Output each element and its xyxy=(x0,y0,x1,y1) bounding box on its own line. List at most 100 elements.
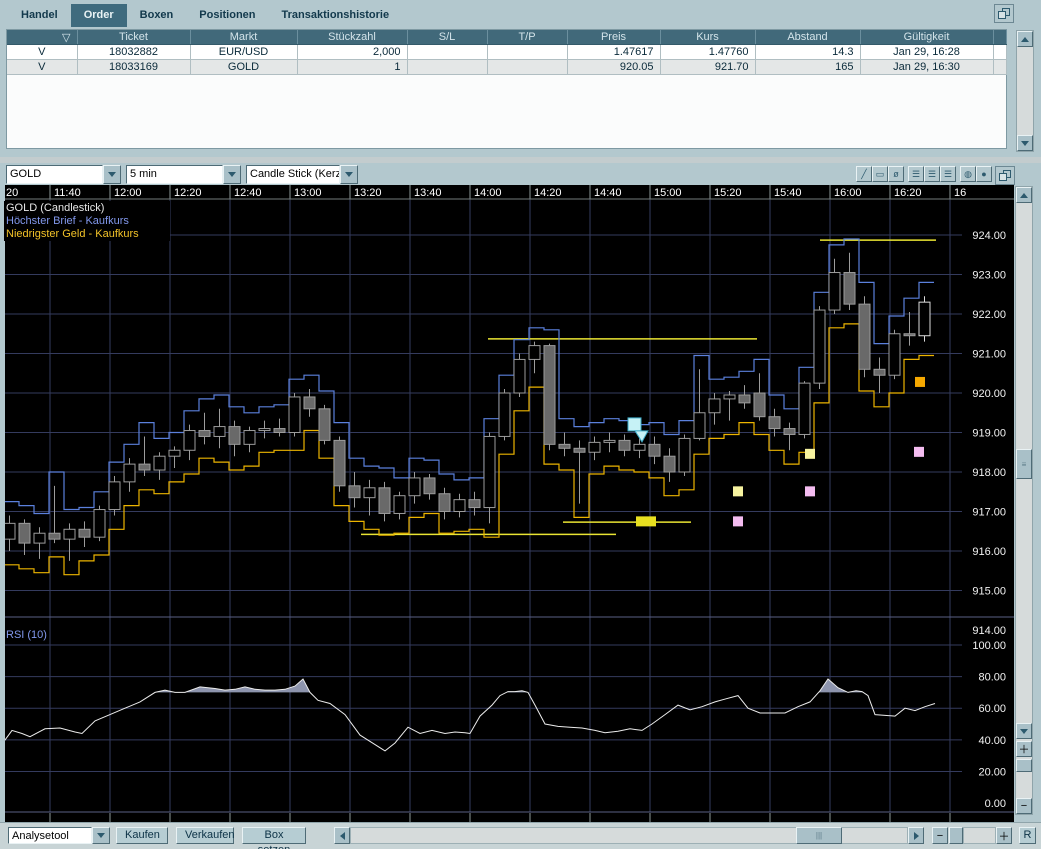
order-row-eurusd[interactable]: V 18032882 EUR/USD 2,000 1.47617 1.47760… xyxy=(7,44,1007,60)
svg-text:924.00: 924.00 xyxy=(972,230,1006,242)
orders-vertical-scrollbar[interactable] xyxy=(1016,30,1034,152)
tab-positionen[interactable]: Positionen xyxy=(186,4,268,27)
column-sort-header[interactable]: ▽ xyxy=(7,30,78,45)
svg-text:12:00: 12:00 xyxy=(114,187,142,199)
row-tp xyxy=(487,44,568,60)
column-markt[interactable]: Markt xyxy=(190,30,298,45)
svg-text:920.00: 920.00 xyxy=(972,388,1006,400)
scroll-up-icon[interactable] xyxy=(1016,187,1032,203)
scroll-down-icon[interactable] xyxy=(1016,723,1032,739)
chart-panel: GOLD 5 min Candle Stick (Kerze ╱ ▭ ø ☰ ☰… xyxy=(0,163,1041,849)
svg-text:GOLD (Candlestick): GOLD (Candlestick) xyxy=(6,202,104,214)
reset-button[interactable]: R xyxy=(1019,827,1036,844)
symbol-select[interactable]: GOLD xyxy=(6,165,121,184)
svg-text:0.00: 0.00 xyxy=(985,798,1006,810)
interval-select[interactable]: 5 min xyxy=(126,165,241,184)
row-gueltigkeit: Jan 29, 16:30 xyxy=(860,59,994,75)
svg-text:15:20: 15:20 xyxy=(714,187,742,199)
chevron-down-icon[interactable] xyxy=(103,165,121,184)
restore-window-icon[interactable] xyxy=(995,166,1015,185)
column-ticket[interactable]: Ticket xyxy=(77,30,191,45)
svg-text:13:40: 13:40 xyxy=(414,187,442,199)
svg-text:Höchster Brief - Kaufkurs: Höchster Brief - Kaufkurs xyxy=(6,215,129,227)
bottom-toolbar: Analysetool Kaufen Verkaufen Box setzen … xyxy=(0,822,1041,849)
svg-text:922.00: 922.00 xyxy=(972,309,1006,321)
tab-handel[interactable]: Handel xyxy=(8,4,71,27)
column-tp[interactable]: T/P xyxy=(487,30,568,45)
scroll-right-icon[interactable] xyxy=(908,827,924,844)
indicator-list-2-icon[interactable]: ☰ xyxy=(924,166,940,182)
vertical-scroll-thumb[interactable]: ≡ xyxy=(1016,449,1032,479)
indicator-list-1-icon[interactable]: ☰ xyxy=(908,166,924,182)
svg-text:40.00: 40.00 xyxy=(978,735,1006,747)
svg-text:16: 16 xyxy=(954,187,966,199)
svg-text:11:40: 11:40 xyxy=(54,187,81,199)
symbol-select-value: GOLD xyxy=(6,165,103,184)
row-flag: V xyxy=(7,59,78,75)
row-preis: 1.47617 xyxy=(567,44,661,60)
marker-light-icon[interactable]: ◍ xyxy=(960,166,976,182)
tab-boxen[interactable]: Boxen xyxy=(127,4,187,27)
column-filler xyxy=(993,30,1007,45)
zoom-in-vertical-button[interactable]: ＋ xyxy=(1016,741,1032,757)
svg-text:60.00: 60.00 xyxy=(978,703,1006,715)
svg-text:919.00: 919.00 xyxy=(972,428,1006,440)
tab-order[interactable]: Order xyxy=(70,4,127,27)
row-markt: GOLD xyxy=(190,59,298,75)
row-stueckzahl: 2,000 xyxy=(297,44,408,60)
marker-dark-icon[interactable]: ● xyxy=(976,166,992,182)
analyse-tool-select[interactable]: Analysetool xyxy=(8,827,110,846)
horizontal-zoom-thumb[interactable] xyxy=(949,827,963,844)
svg-text:13:00: 13:00 xyxy=(294,187,322,199)
row-abstand: 14.3 xyxy=(755,44,861,60)
column-kurs[interactable]: Kurs xyxy=(660,30,756,45)
zoom-in-horizontal-button[interactable]: ＋ xyxy=(996,827,1012,844)
orders-table: ▽ Ticket Markt Stückzahl S/L T/P Preis K… xyxy=(7,30,1007,75)
column-stueckzahl[interactable]: Stückzahl xyxy=(297,30,408,45)
row-stueckzahl: 1 xyxy=(297,59,408,75)
restore-window-icon[interactable] xyxy=(994,4,1014,23)
chevron-down-icon[interactable] xyxy=(340,165,358,184)
column-abstand[interactable]: Abstand xyxy=(755,30,861,45)
row-filler xyxy=(993,44,1007,60)
column-sl[interactable]: S/L xyxy=(407,30,488,45)
interval-select-value: 5 min xyxy=(126,165,223,184)
horizontal-scroll-thumb[interactable]: ||| xyxy=(796,827,842,844)
chevron-down-icon[interactable] xyxy=(223,165,241,184)
chart-type-select[interactable]: Candle Stick (Kerze xyxy=(246,165,358,184)
vertical-zoom-thumb[interactable] xyxy=(1016,759,1032,772)
svg-text:917.00: 917.00 xyxy=(972,507,1006,519)
scroll-down-icon[interactable] xyxy=(1017,135,1033,151)
orders-panel: Handel Order Boxen Positionen Transaktio… xyxy=(0,0,1041,158)
chart-vertical-scrollbar[interactable]: ≡ ＋ − xyxy=(1015,186,1033,815)
svg-text:15:00: 15:00 xyxy=(654,187,682,199)
draw-box-icon[interactable]: ▭ xyxy=(872,166,888,182)
indicator-list-3-icon[interactable]: ☰ xyxy=(940,166,956,182)
zoom-out-horizontal-button[interactable]: − xyxy=(932,827,948,844)
horizontal-zoom-track[interactable] xyxy=(963,827,996,844)
sell-button[interactable]: Verkaufen xyxy=(176,827,235,844)
column-preis[interactable]: Preis xyxy=(567,30,661,45)
svg-text:14:20: 14:20 xyxy=(534,187,562,199)
chart-type-select-value: Candle Stick (Kerze xyxy=(246,165,340,184)
chevron-down-icon[interactable] xyxy=(92,827,110,844)
draw-line-icon[interactable]: ╱ xyxy=(856,166,872,182)
order-row-gold[interactable]: V 18033169 GOLD 1 920.05 921.70 165 Jan … xyxy=(7,59,1007,75)
zoom-out-vertical-button[interactable]: − xyxy=(1016,798,1032,814)
set-box-button[interactable]: Box setzen xyxy=(242,827,306,849)
svg-text:14:00: 14:00 xyxy=(474,187,502,199)
clear-drawings-icon[interactable]: ø xyxy=(888,166,904,182)
chart-canvas[interactable]: 20 11:40 12:00 12:20 12:40 13:00 13:20 13:40 14:… xyxy=(0,185,1014,822)
orders-table-area: ▽ Ticket Markt Stückzahl S/L T/P Preis K… xyxy=(6,29,1007,149)
buy-button[interactable]: Kaufen xyxy=(116,827,168,844)
chart-toolbar: GOLD 5 min Candle Stick (Kerze ╱ ▭ ø ☰ ☰… xyxy=(0,163,1041,185)
svg-text:923.00: 923.00 xyxy=(972,270,1006,282)
scroll-left-icon[interactable] xyxy=(334,827,350,844)
scroll-up-icon[interactable] xyxy=(1017,31,1033,47)
analyse-tool-value: Analysetool xyxy=(8,827,92,844)
panel-tabbar: Handel Order Boxen Positionen Transaktio… xyxy=(0,0,1041,27)
tab-transaktionshistorie[interactable]: Transaktionshistorie xyxy=(269,4,403,27)
svg-text:921.00: 921.00 xyxy=(972,349,1006,361)
row-kurs: 1.47760 xyxy=(660,44,756,60)
column-gueltigkeit[interactable]: Gültigkeit xyxy=(860,30,994,45)
